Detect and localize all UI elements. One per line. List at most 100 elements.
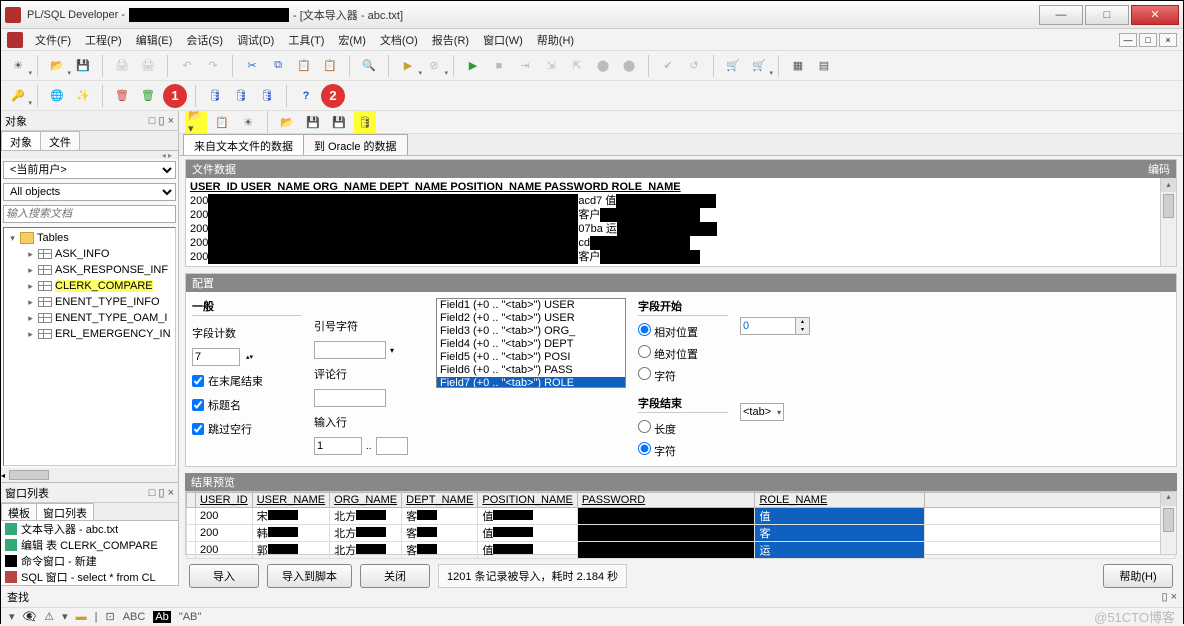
menu-file[interactable]: 文件(F) [29,30,77,50]
trash2-icon[interactable]: 🗑 [137,85,159,107]
relpos-radio[interactable]: 相对位置 [638,323,728,341]
abspos-radio[interactable]: 绝对位置 [638,345,728,363]
window-maximize[interactable]: □ [1085,5,1129,25]
redo-icon[interactable]: ↷ [202,55,224,77]
clipboard-icon[interactable]: 📋 [319,55,341,77]
hl-icon[interactable]: ▬ [76,611,87,623]
cut-icon[interactable]: ✂ [241,55,263,77]
end-combo[interactable]: <tab>▾ [740,403,784,421]
db3-icon[interactable]: 🛢 [256,85,278,107]
tab-templates[interactable]: 模板 [1,503,37,520]
find-icon[interactable]: 🔍 [358,55,380,77]
cart2-icon[interactable]: 🛒▾ [748,55,770,77]
exec-icon[interactable]: ▶ [462,55,484,77]
cart-icon[interactable]: 🛒 [722,55,744,77]
key-icon[interactable]: 🔑▾ [7,85,29,107]
menu-help[interactable]: 帮助(H) [531,30,580,50]
stop2-icon[interactable]: ■ [488,55,510,77]
step-icon[interactable]: ⇥ [514,55,536,77]
commit-icon[interactable]: ✔ [657,55,679,77]
warn-icon[interactable]: ⚠ [44,610,54,623]
window-item[interactable]: 编辑 表 CLERK_COMPARE [1,537,178,553]
copy-icon[interactable]: ⧉ [267,55,289,77]
rollback-icon[interactable]: ↺ [683,55,705,77]
field-list[interactable]: Field1 (+0 .. "<tab>") USER Field2 (+0 .… [436,298,626,388]
user-combo[interactable]: <当前用户> [3,161,176,179]
table-row[interactable]: ▸ENENT_TYPE_INFO [26,294,173,310]
import-button[interactable]: 导入 [189,564,259,588]
imp-save1-icon[interactable]: 💾 [302,111,324,133]
filter-combo[interactable]: All objects [3,183,176,201]
menu-macro[interactable]: 宏(M) [332,30,372,50]
imp-refresh-icon[interactable]: ☀ [237,111,259,133]
window-item[interactable]: 文本导入器 - abc.txt [1,521,178,537]
new-icon[interactable]: ☀▾ [7,55,29,77]
header-check[interactable] [192,399,204,411]
tree-scroll[interactable]: ◂ [1,468,178,482]
help-button[interactable]: 帮助(H) [1103,564,1173,588]
result-grid[interactable]: USER_IDUSER_NAME ORG_NAMEDEPT_NAME POSIT… [185,491,1177,555]
tab-windowlist[interactable]: 窗口列表 [36,503,94,520]
table-row[interactable]: ▸ERL_EMERGENCY_IN [26,326,173,342]
tab-files[interactable]: 文件 [40,131,80,150]
menu-project[interactable]: 工程(P) [79,30,128,50]
menu-report[interactable]: 报告(R) [426,30,475,50]
table-row[interactable]: ▸ASK_INFO [26,246,173,262]
open-icon[interactable]: 📂▾ [46,55,68,77]
imp-open-icon[interactable]: 📂▾ [185,111,207,133]
mdi-close[interactable]: × [1159,33,1177,47]
encoding-label[interactable]: 编码 [1148,161,1170,177]
quote-input[interactable] [314,341,386,359]
close-button[interactable]: 关闭 [360,564,430,588]
import-script-button[interactable]: 导入到脚本 [267,564,352,588]
table-row[interactable]: ▸CLERK_COMPARE [26,278,173,294]
printset-icon[interactable]: 🖨 [137,55,159,77]
wl-pin-icon[interactable]: □ ▯ × [149,486,174,499]
window-close[interactable]: ✕ [1131,5,1179,25]
inputline-input[interactable] [314,437,362,455]
mdi-max[interactable]: □ [1139,33,1157,47]
dd-icon[interactable]: ▾ [9,610,15,623]
save-icon[interactable]: 💾 [72,55,94,77]
db2-icon[interactable]: 🛢 [230,85,252,107]
dd2-icon[interactable]: ▾ [62,610,68,623]
start-spin[interactable]: ▴▾ [740,317,810,335]
abc2-icon[interactable]: Ab [153,611,170,623]
db1-icon[interactable]: 🛢 [204,85,226,107]
window-item[interactable]: SQL 窗口 - select * from CL [1,569,178,585]
magic-icon[interactable]: ✨ [72,85,94,107]
imp-db-icon[interactable]: 🛢 [354,111,376,133]
run-icon[interactable]: ▶▾ [397,55,419,77]
paste-icon[interactable]: 📋 [293,55,315,77]
find-pin-icon[interactable]: ▯ × [1161,590,1177,603]
globe-icon[interactable]: 🌐 [46,85,68,107]
charend-radio[interactable]: 字符 [638,442,728,460]
imp-folder-icon[interactable]: 📂 [276,111,298,133]
charpos-radio[interactable]: 字符 [638,367,728,385]
window-item[interactable]: 命令窗口 - 新建 [1,553,178,569]
filedata-vscroll[interactable]: ▴ [1160,178,1176,266]
stepover-icon[interactable]: ⇲ [540,55,562,77]
print-icon[interactable]: 🖨 [111,55,133,77]
bp-icon[interactable]: ⬤ [592,55,614,77]
ab-icon[interactable]: "AB" [179,611,201,623]
tab-objects[interactable]: 对象 [1,131,41,150]
stop-icon[interactable]: ⊘▾ [423,55,445,77]
inputline-to[interactable] [376,437,408,455]
tab-to-oracle[interactable]: 到 Oracle 的数据 [303,134,408,155]
help-icon[interactable]: ? [295,85,317,107]
comment-input[interactable] [314,389,386,407]
mdi-min[interactable]: — [1119,33,1137,47]
imp-save2-icon[interactable]: 💾 [328,111,350,133]
menu-session[interactable]: 会话(S) [180,30,229,50]
skipblank-check[interactable] [192,423,204,435]
box-icon[interactable]: ⊡ [106,610,115,623]
menu-edit[interactable]: 编辑(E) [130,30,179,50]
window-minimize[interactable]: — [1039,5,1083,25]
tile-icon[interactable]: ▤ [813,55,835,77]
stepout-icon[interactable]: ⇱ [566,55,588,77]
search-input[interactable] [3,205,176,223]
fieldcount-input[interactable] [192,348,240,366]
endtail-check[interactable] [192,375,204,387]
pane-pin-icon[interactable]: □ ▯ × [149,114,174,127]
